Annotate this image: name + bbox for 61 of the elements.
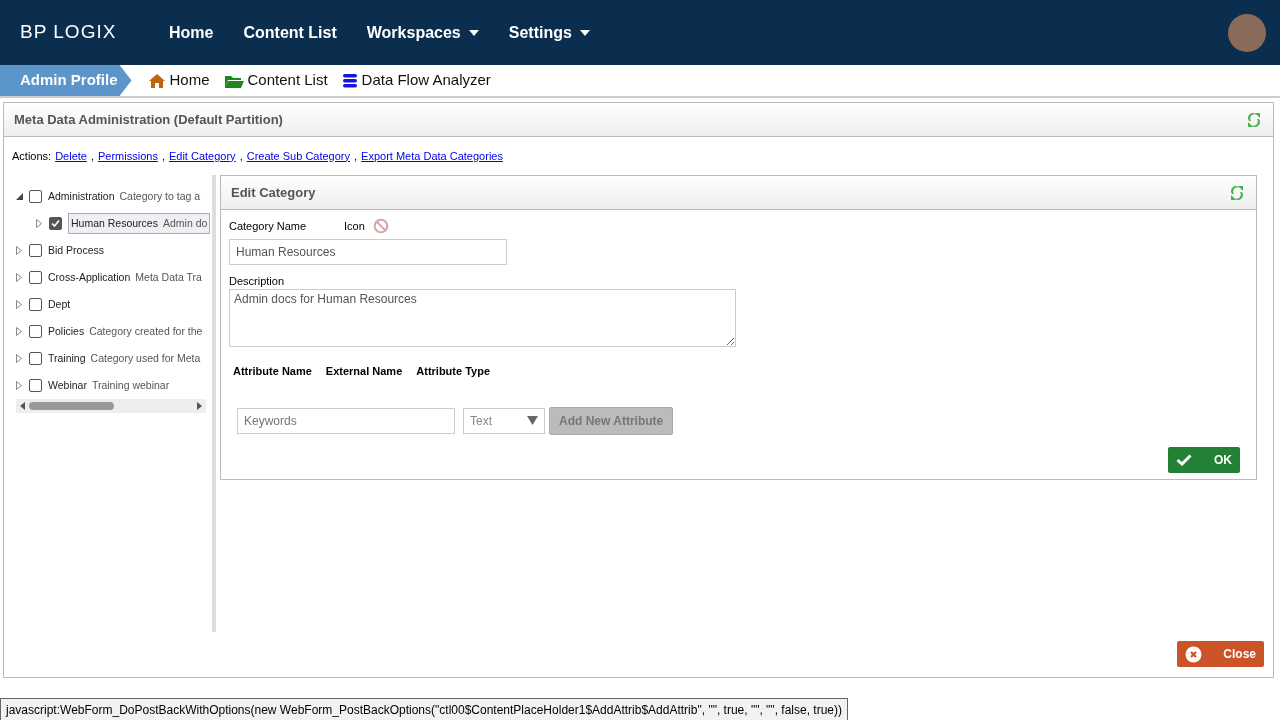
close-icon [1185, 645, 1202, 663]
nav-link[interactable]: Settings [493, 20, 605, 45]
home-icon [147, 72, 166, 89]
column-header: External Name [325, 364, 403, 379]
category-name-field[interactable]: Human Resources [229, 238, 507, 265]
logo[interactable]: BP LOGIX [20, 18, 130, 47]
avatar[interactable] [1228, 13, 1266, 52]
tree-item[interactable]: Policies Category created for the [48, 323, 203, 340]
checkmark-icon [1176, 453, 1192, 466]
nav-link[interactable]: Workspaces [351, 20, 494, 45]
field-label: Description [229, 273, 286, 289]
action-link[interactable]: Edit Category [168, 147, 236, 165]
action-link[interactable]: Create Sub Category [246, 147, 351, 165]
action-link[interactable]: Permissions [98, 147, 158, 165]
tree-item[interactable]: Bid Process [48, 242, 105, 259]
refresh-icon[interactable] [1228, 183, 1246, 202]
action-link[interactable]: Export Meta Data Categories [361, 147, 503, 165]
dropdown-arrow-icon [527, 416, 538, 425]
tree-item[interactable]: Webinar Training webinar [48, 377, 170, 394]
actions-label: Actions: [12, 148, 52, 164]
field-label: Category Name [229, 219, 307, 234]
tree-item[interactable]: Dept [48, 296, 71, 313]
scroll-left-icon[interactable] [20, 402, 25, 410]
breadcrumb-link[interactable]: Data Flow Analyzer [361, 69, 491, 92]
checkbox[interactable] [29, 271, 42, 284]
checkbox[interactable] [29, 190, 42, 203]
tree-item[interactable]: Cross-Application Meta Data Tra [48, 269, 202, 286]
breadcrumb-link[interactable]: Content List [247, 69, 328, 92]
attribute-name-field[interactable]: Keywords [237, 407, 455, 434]
tree-item[interactable]: Administration Category to tag a [48, 188, 201, 205]
status-tooltip: javascript:WebForm_DoPostBackWithOptions(new WebForm_PostBackOptions("ctl00$ContentPlaceHolder1$AddAttrib$AddAttrib", "", true, "", "", false, true)) [0, 698, 848, 720]
column-header: Attribute Name [233, 364, 312, 379]
column-header: Attribute Type [416, 364, 491, 379]
scroll-right-icon[interactable] [197, 402, 202, 410]
edit-title: Edit Category [231, 183, 316, 202]
separator: , [239, 148, 243, 164]
checkbox[interactable] [29, 298, 42, 311]
checkbox[interactable] [29, 379, 42, 392]
expander-icon[interactable] [16, 193, 26, 200]
horizontal-scrollbar[interactable] [16, 399, 206, 413]
checkbox[interactable] [49, 217, 62, 230]
nav-link[interactable]: Content List [228, 20, 352, 45]
database-icon [341, 72, 358, 89]
description-field[interactable]: Admin docs for Human Resources [229, 289, 736, 347]
breadcrumb-link[interactable]: Home [169, 69, 210, 92]
close-button[interactable]: Close [1177, 641, 1264, 667]
separator: , [354, 148, 358, 164]
no-icon-icon[interactable] [372, 218, 389, 235]
action-link[interactable]: Delete [55, 147, 87, 165]
checkbox[interactable] [29, 325, 42, 338]
tree-item[interactable]: Training Category used for Meta [48, 350, 201, 367]
ok-button[interactable]: OK [1168, 446, 1240, 473]
nav-link[interactable]: Home [154, 20, 229, 45]
separator: , [90, 148, 94, 164]
tree-item[interactable]: Human Resources Admin do [68, 212, 211, 235]
field-label: Icon [344, 219, 365, 234]
checkbox[interactable] [29, 244, 42, 257]
separator: , [161, 148, 165, 164]
checkbox[interactable] [29, 352, 42, 365]
refresh-icon[interactable] [1245, 110, 1263, 129]
panel-title: Meta Data Administration (Default Partition) [14, 110, 283, 129]
